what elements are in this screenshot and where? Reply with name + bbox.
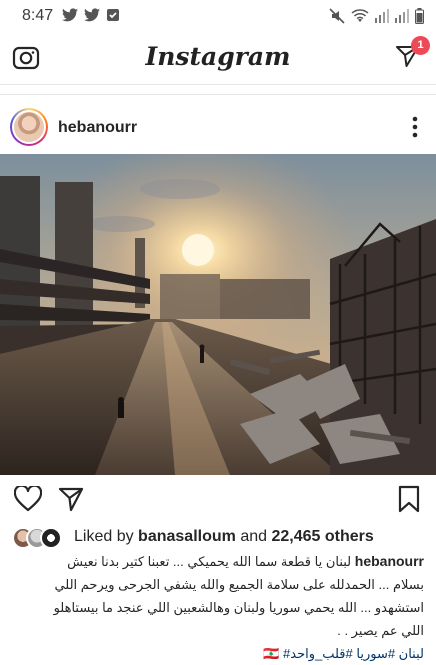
caption-line: اللي عم يصير . . <box>337 623 424 638</box>
lebanon-flag-icon: 🇱🇧 <box>263 646 280 661</box>
notification-badge: 1 <box>411 36 430 55</box>
more-options-icon[interactable] <box>412 116 418 138</box>
post-actions <box>0 480 436 520</box>
likes-row[interactable]: Liked by banasalloum and 22,465 others <box>0 524 436 550</box>
post-header: hebanourr <box>0 102 436 154</box>
mute-icon <box>329 8 345 24</box>
app-header: Instagram 1 <box>0 32 436 85</box>
divider <box>0 94 436 95</box>
signal-icon <box>375 9 389 23</box>
heart-icon[interactable] <box>14 486 42 512</box>
wifi-icon <box>351 9 369 22</box>
battery-icon <box>415 8 424 24</box>
twitter-icon <box>62 8 78 22</box>
post-caption: hebanourr لبنان يا قطعة سما الله يحميكي … <box>12 550 424 665</box>
status-bar: 8:47 <box>0 0 436 32</box>
avatar[interactable] <box>10 108 48 146</box>
caption-username[interactable]: hebanourr <box>355 553 424 569</box>
post-username[interactable]: hebanourr <box>58 119 137 137</box>
signal-icon <box>395 9 409 23</box>
post-photo-illustration <box>0 154 436 475</box>
status-system-icons <box>329 8 424 24</box>
bookmark-icon[interactable] <box>398 485 420 513</box>
liker-avatar <box>40 527 62 549</box>
likes-middle: and <box>240 528 268 545</box>
post-image[interactable] <box>0 154 436 475</box>
caption-hashtags[interactable]: لبنان #سوريا #قلب_واحد# <box>283 646 424 661</box>
caption-line: بسلام ... الحمدلله على سلامة الجميع والل… <box>54 577 424 592</box>
twitter-icon <box>84 8 100 22</box>
liked-by-user[interactable]: banasalloum <box>138 528 236 545</box>
status-notification-icons <box>62 8 120 22</box>
likes-summary: Liked by banasalloum and 22,465 others <box>74 528 374 546</box>
previous-post-remnant <box>0 84 436 94</box>
likes-prefix: Liked by <box>74 528 134 545</box>
share-icon[interactable] <box>58 486 84 512</box>
status-time: 8:47 <box>22 7 54 24</box>
caption-line: لبنان يا قطعة سما الله يحميكي ... تعبنا … <box>67 554 352 569</box>
app-title: Instagram <box>145 42 291 71</box>
caption-line: استشهدو ... الله يحمي سوريا ولبنان وهالش… <box>53 600 424 615</box>
download-check-icon <box>107 9 119 21</box>
likes-count[interactable]: 22,465 others <box>271 528 373 545</box>
